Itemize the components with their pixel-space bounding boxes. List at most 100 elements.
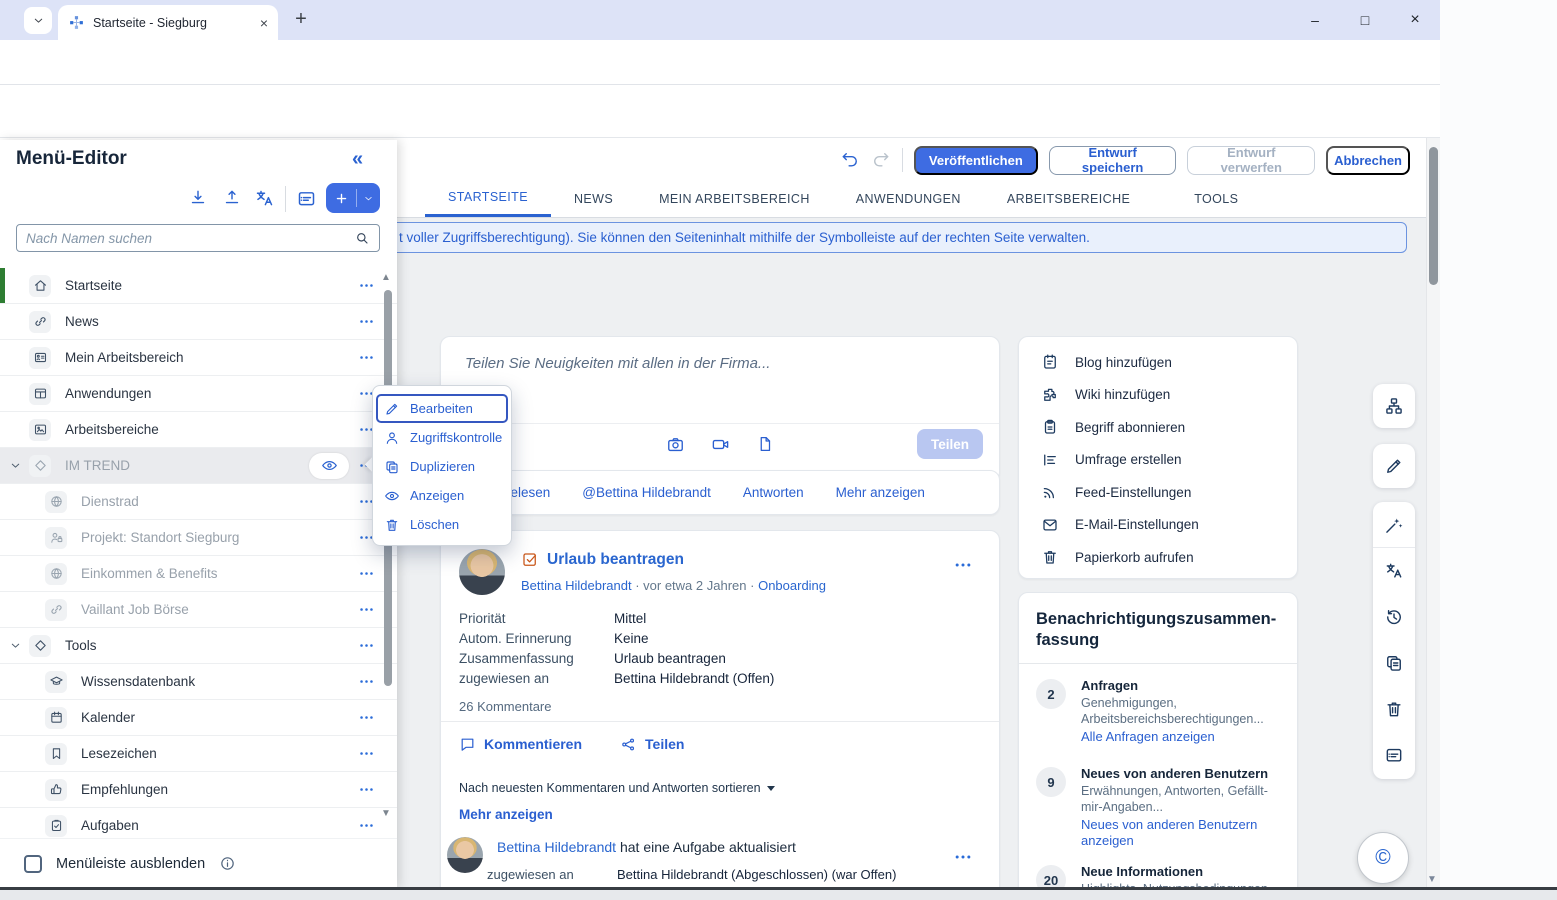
menu-item-news[interactable]: News	[0, 304, 397, 340]
menu-item-vaillant-job-börse[interactable]: Vaillant Job Börse	[0, 592, 397, 628]
context-menu-item-zugriffskontrolle[interactable]: Zugriffskontrolle	[373, 423, 511, 452]
list-scroll-up-arrow[interactable]: ▲	[381, 272, 391, 283]
post-author-avatar[interactable]	[459, 549, 505, 595]
quick-action-umfrage-erstellen[interactable]: Umfrage erstellen	[1019, 444, 1297, 477]
tab-search-chevron-button[interactable]	[24, 7, 52, 34]
item-menu-button[interactable]	[358, 601, 375, 618]
tab-close-icon[interactable]: ×	[260, 15, 268, 31]
menu-item-anwendungen[interactable]: Anwendungen	[0, 376, 397, 412]
page-tool-folder-card-button[interactable]	[1373, 732, 1415, 778]
quick-action-wiki-hinzufügen[interactable]: Wiki hinzufügen	[1019, 379, 1297, 412]
info-icon[interactable]	[219, 855, 236, 872]
list-scroll-down-arrow[interactable]: ▼	[381, 808, 391, 819]
collapse-panel-button[interactable]: «	[352, 148, 363, 171]
page-tool-trash-button[interactable]	[1373, 686, 1415, 732]
menu-item-arbeitsbereiche[interactable]: Arbeitsbereiche	[0, 412, 397, 448]
menu-search-field[interactable]	[16, 224, 380, 252]
feed-filter-link[interactable]: Antworten	[743, 485, 804, 500]
menu-item-im-trend[interactable]: IM TREND	[0, 448, 397, 484]
item-menu-button[interactable]	[358, 313, 375, 330]
save-draft-button[interactable]: Entwurf speichern	[1049, 146, 1177, 175]
download-menu-button[interactable]	[188, 188, 208, 208]
share-post-button[interactable]: Teilen	[620, 735, 684, 753]
visibility-toggle-button[interactable]	[309, 453, 349, 479]
show-more-link[interactable]: Mehr anzeigen	[459, 807, 553, 822]
post-author-link[interactable]: Bettina Hildebrandt	[521, 578, 632, 593]
tab-arbeitsbereiche[interactable]: ARBEITSBEREICHE	[984, 180, 1171, 217]
add-video-button[interactable]	[711, 435, 730, 454]
activity-menu-button[interactable]	[953, 847, 973, 867]
hide-menubar-checkbox[interactable]	[24, 855, 42, 873]
item-menu-button[interactable]	[358, 745, 375, 762]
item-menu-button[interactable]	[358, 709, 375, 726]
menu-item-lesezeichen[interactable]: Lesezeichen	[0, 736, 397, 772]
context-menu-item-löschen[interactable]: Löschen	[373, 510, 511, 539]
page-tool-history-button[interactable]	[1373, 594, 1415, 640]
quick-action-papierkorb-aufrufen[interactable]: Papierkorb aufrufen	[1019, 541, 1297, 574]
publish-button[interactable]: Veröffentlichen	[914, 146, 1038, 175]
page-tool-translate-button[interactable]	[1373, 548, 1415, 594]
window-minimize-button[interactable]: –	[1296, 6, 1334, 34]
feed-composer-card[interactable]: Teilen Sie Neuigkeiten mit allen in der …	[440, 336, 1000, 482]
menu-item-projekt-standort-siegburg[interactable]: Projekt: Standort Siegburg	[0, 520, 397, 556]
browser-tab[interactable]: Startseite - Siegburg ×	[58, 5, 278, 40]
post-title-link[interactable]: Urlaub beantragen	[547, 551, 684, 569]
menu-item-mein-arbeitsbereich[interactable]: Mein Arbeitsbereich	[0, 340, 397, 376]
post-comments-count[interactable]: 26 Kommentare	[459, 699, 552, 714]
quick-action-feed-einstellungen[interactable]: Feed-Einstellungen	[1019, 476, 1297, 509]
menu-item-aufgaben[interactable]: Aufgaben	[0, 808, 397, 838]
notification-link[interactable]: Alle Anfragen anzeigen	[1081, 729, 1285, 745]
item-menu-button[interactable]	[358, 817, 375, 834]
feed-filter-link[interactable]: Mehr anzeigen	[836, 485, 942, 500]
chevron-down-icon[interactable]	[9, 459, 22, 472]
cancel-button[interactable]: Abbrechen	[1326, 146, 1410, 175]
comment-button[interactable]: Kommentieren	[459, 735, 582, 753]
comment-sort-dropdown[interactable]: Nach neuesten Kommentaren und Antworten …	[459, 781, 775, 795]
quick-action-blog-hinzufügen[interactable]: Blog hinzufügen	[1019, 346, 1297, 379]
menu-item-empfehlungen[interactable]: Empfehlungen	[0, 772, 397, 808]
add-file-button[interactable]	[756, 435, 774, 454]
item-menu-button[interactable]	[358, 781, 375, 798]
discard-draft-button[interactable]: Entwurf verwerfen	[1187, 146, 1315, 175]
post-category-link[interactable]: Onboarding	[758, 578, 826, 593]
scroll-down-arrow[interactable]: ▼	[1427, 874, 1437, 885]
add-photo-button[interactable]	[666, 435, 685, 454]
assistant-fab-button[interactable]: ©	[1357, 832, 1409, 884]
redo-icon[interactable]	[871, 150, 891, 170]
context-menu-item-bearbeiten[interactable]: Bearbeiten	[376, 394, 508, 423]
tab-news[interactable]: NEWS	[551, 180, 636, 217]
item-menu-button[interactable]	[358, 349, 375, 366]
activity-author-link[interactable]: Bettina Hildebrandt	[497, 839, 616, 855]
context-menu-item-duplizieren[interactable]: Duplizieren	[373, 452, 511, 481]
post-menu-button[interactable]	[953, 555, 973, 575]
undo-icon[interactable]	[840, 150, 860, 170]
page-structure-tool-button[interactable]	[1373, 384, 1415, 428]
translate-menu-button[interactable]	[254, 188, 275, 209]
item-menu-button[interactable]	[358, 637, 375, 654]
add-menu-item-split-button[interactable]	[326, 183, 380, 213]
item-menu-button[interactable]	[358, 277, 375, 294]
tab-mein arbeitsbereich[interactable]: MEIN ARBEITSBEREICH	[636, 180, 833, 217]
menu-search-input[interactable]	[26, 231, 346, 246]
menu-card-button[interactable]	[296, 188, 317, 209]
item-menu-button[interactable]	[358, 673, 375, 690]
quick-action-e-mail-einstellungen[interactable]: E-Mail-Einstellungen	[1019, 509, 1297, 542]
menu-item-tools[interactable]: Tools	[0, 628, 397, 664]
tab-tools[interactable]: TOOLS	[1171, 180, 1279, 217]
menu-item-kalender[interactable]: Kalender	[0, 700, 397, 736]
page-tool-wand-button[interactable]	[1373, 502, 1415, 548]
context-menu-item-anzeigen[interactable]: Anzeigen	[373, 481, 511, 510]
menu-item-dienstrad[interactable]: Dienstrad	[0, 484, 397, 520]
menu-item-wissensdatenbank[interactable]: Wissensdatenbank	[0, 664, 397, 700]
quick-action-begriff-abonnieren[interactable]: Begriff abonnieren	[1019, 411, 1297, 444]
notification-link[interactable]: Neues von anderen Benutzern anzeigen	[1081, 817, 1285, 849]
window-close-button[interactable]: ×	[1396, 6, 1434, 34]
activity-author-avatar[interactable]	[447, 837, 483, 873]
new-tab-button[interactable]: +	[288, 6, 314, 32]
chevron-down-icon[interactable]	[9, 639, 22, 652]
window-maximize-button[interactable]: □	[1346, 6, 1384, 34]
menu-item-startseite[interactable]: Startseite	[0, 268, 397, 304]
page-tool-copy-button[interactable]	[1373, 640, 1415, 686]
item-menu-button[interactable]	[358, 565, 375, 582]
composer-share-button[interactable]: Teilen	[917, 429, 983, 459]
